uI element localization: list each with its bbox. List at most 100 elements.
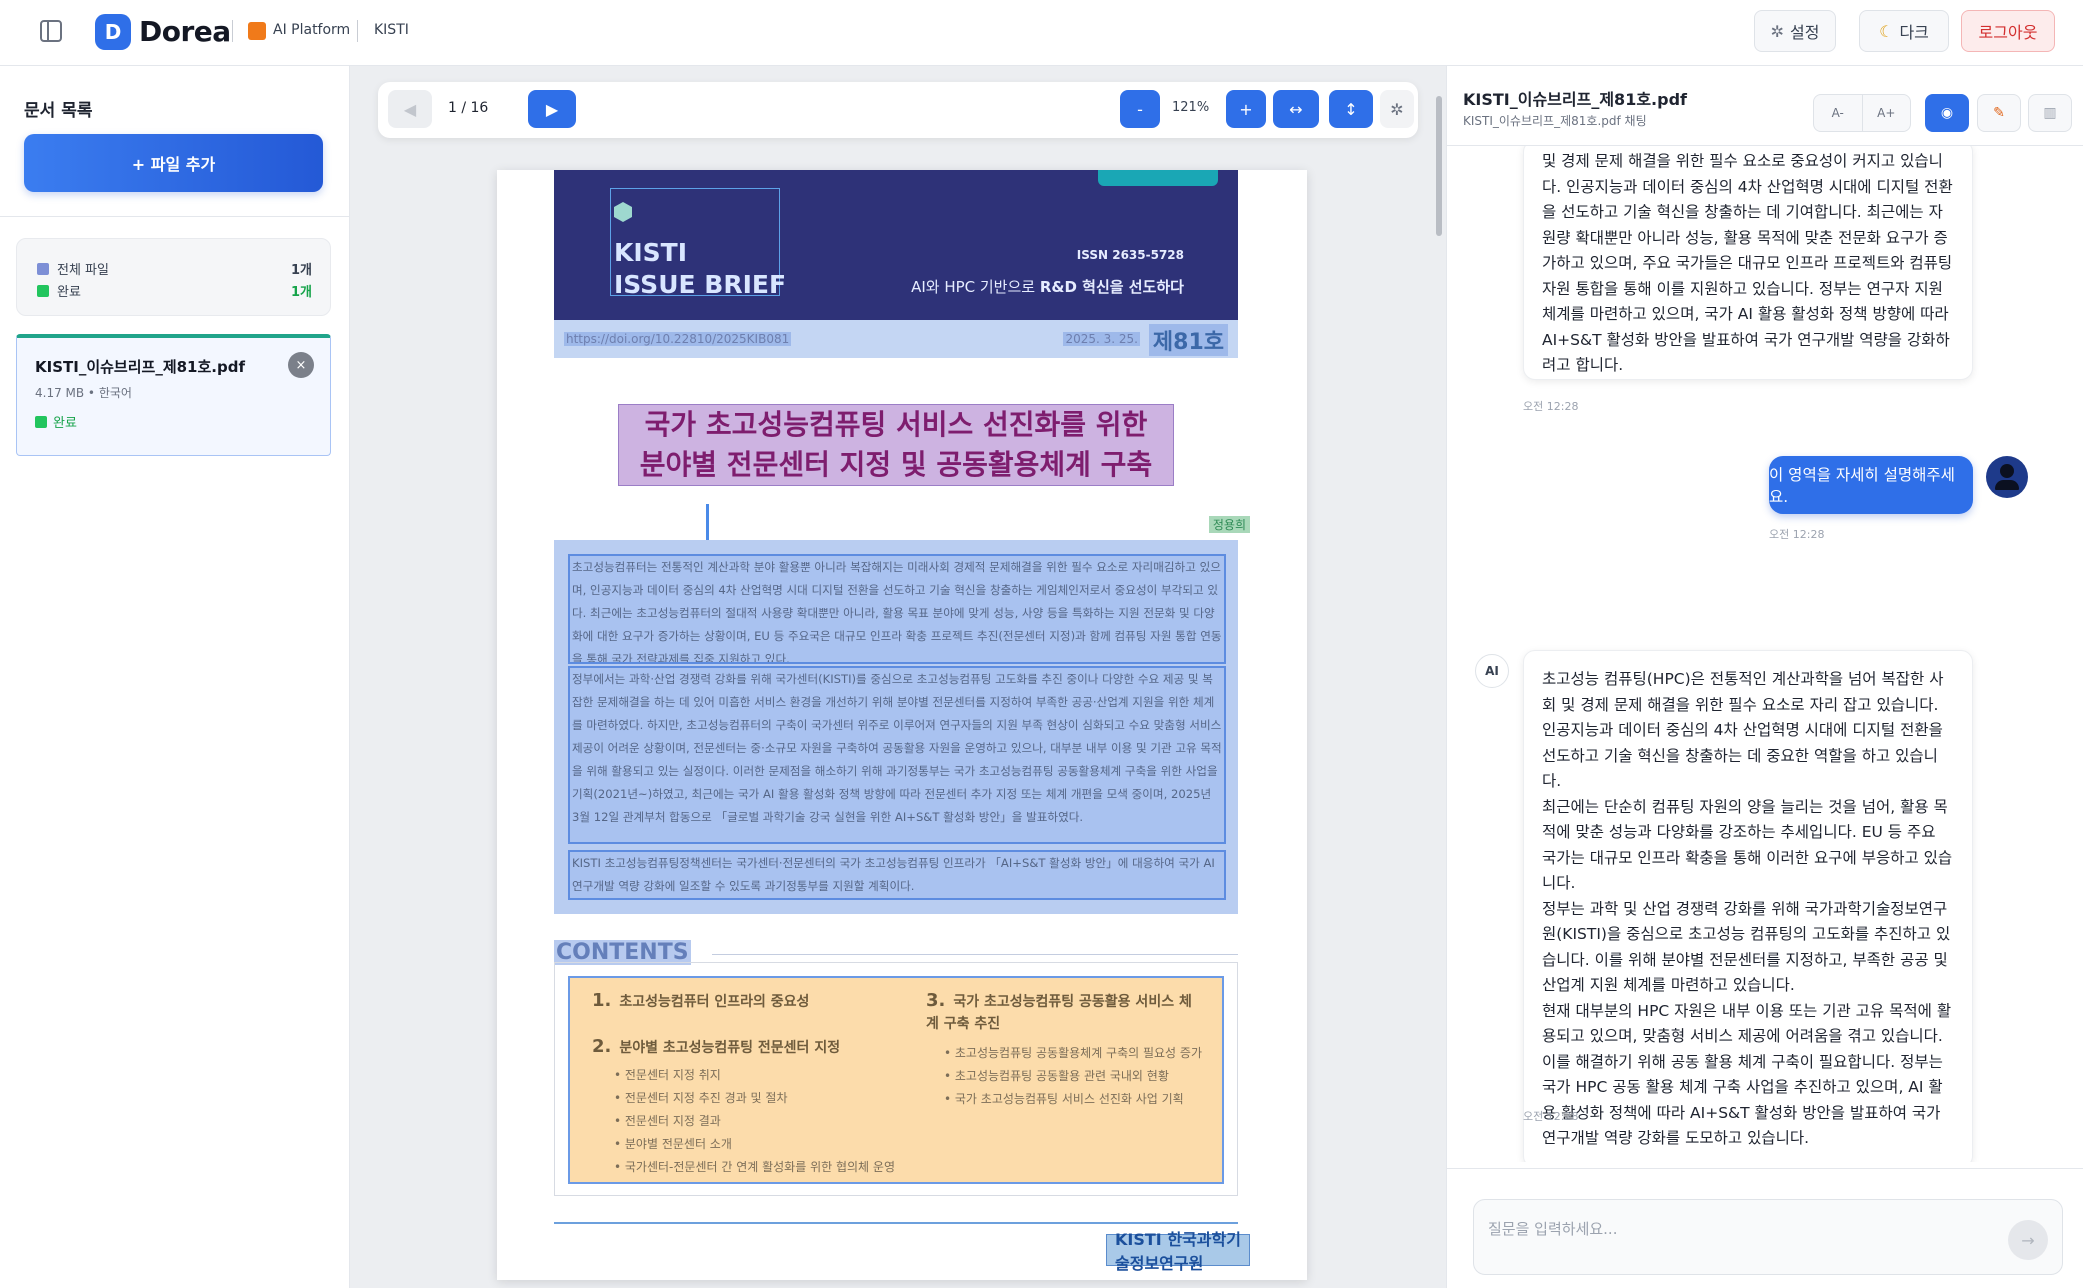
stat-total-files: 전체 파일 1개 [37,259,312,278]
toc-item: 1. 초고성능컴퓨터 인프라의 중요성 [592,990,810,1011]
toc-subitem: • 전문센터 지정 취지 [614,1068,721,1082]
toc-item: 3. 국가 초고성능컴퓨팅 공동활용 서비스 체계 구축 추진 [926,990,1192,1032]
toc-subitem: • 전문센터 지정 추진 경과 및 절차 [614,1091,788,1105]
file-meta: 4.17 MB • 한국어 [35,386,132,400]
chat-input[interactable] [1488,1218,1988,1258]
settings-label: 설정 [1789,23,1820,42]
brief-banner: KISTI ISSUE BRIEF ISSN 2635-5728 AI와 HPC… [554,170,1238,320]
issn: ISSN 2635-5728 [1076,248,1184,262]
divider [712,954,1238,955]
issue-number: 제81호 [1148,324,1228,356]
brand-line1: KISTI [614,238,688,267]
top-bar: D Dorea AI Platform KISTI ✲ 설정 ☾ 다크 로그아웃 [0,0,2083,66]
logo-badge: D [95,14,131,50]
abstract-paragraph[interactable]: 초고성능컴퓨터는 전통적인 계산과학 분야 활용뿐 아니라 복잡해지는 미래사회… [568,554,1226,664]
next-page-button[interactable]: ▶ [528,90,576,128]
user-message: 이 영역을 자세히 설명해주세요. [1769,456,1973,514]
chat-header: KISTI_이슈브리프_제81호.pdf KISTI_이슈브리프_제81호.pd… [1447,66,2083,146]
toc-subitem: • 초고성능컴퓨팅 공동활용체계 구축의 필요성 증가 [944,1046,1202,1060]
font-decrease-button[interactable]: A- [1814,95,1862,131]
org-label: KISTI [374,22,409,38]
chat-panel: KISTI_이슈브리프_제81호.pdf KISTI_이슈브리프_제81호.pd… [1446,66,2083,1288]
banner-subtitle-emphasis: R&D 혁신을 선도하다 [1039,278,1184,296]
font-increase-button[interactable]: A+ [1861,95,1911,131]
banner-subtitle: AI와 HPC 기반으로 R&D 혁신을 선도하다 [911,276,1184,297]
abstract-paragraph[interactable]: 정부에서는 과학·산업 경쟁력 강화를 위해 국가센터(KISTI)를 중심으로… [568,666,1226,844]
file-item[interactable]: KISTI_이슈브리프_제81호.pdf 4.17 MB • 한국어 완료 × [16,334,331,456]
delete-button[interactable]: ▥ [2028,94,2072,132]
document-sidebar: 문서 목록 + 파일 추가 전체 파일 1개 완료 1개 KISTI_이슈브리프… [0,66,350,1288]
message-list: 및 경제 문제 해결을 위한 필수 요소로 중요성이 커지고 있습니다. 인공지… [1447,146,2083,1162]
toc-subitem: • 국가 초고성능컴퓨팅 서비스 선진화 사업 기획 [944,1092,1184,1106]
sidebar-toggle-icon[interactable] [40,20,62,42]
chat-subtitle: KISTI_이슈브리프_제81호.pdf 채팅 [1463,114,1647,128]
user-avatar [1986,456,2028,498]
message-timestamp: 오전 12:28 [1769,528,1825,541]
settings-button[interactable]: ✲ 설정 [1754,10,1836,52]
view-toggle-button[interactable]: ◉ [1925,94,1969,132]
kisti-logo: KISTI 한국과학기술정보연구원 [1106,1230,1250,1273]
stat-value: 1개 [290,263,312,278]
pdf-page: KISTI ISSUE BRIEF ISSN 2635-5728 AI와 HPC… [497,170,1307,1280]
pencil-icon: ✎ [1993,105,2005,121]
add-file-button[interactable]: + 파일 추가 [24,134,323,192]
fit-height-button[interactable]: ↕ [1329,90,1373,128]
file-name: KISTI_이슈브리프_제81호.pdf [35,358,245,376]
ai-paragraph: 초고성능 컴퓨팅(HPC)은 전통적인 계산과학을 넘어 복잡한 사회 및 경제… [1542,670,1944,790]
file-stats-card: 전체 파일 1개 완료 1개 [16,238,331,316]
document-title: 국가 초고성능컴퓨팅 서비스 선진화를 위한 분야별 전문센터 지정 및 공동활… [618,404,1174,486]
doi-band: https://doi.org/10.22810/2025KIB081 2025… [554,320,1238,358]
chat-input-area: → [1447,1168,2083,1288]
divider [232,20,233,42]
file-status: 완료 [35,412,77,431]
viewer-toolbar: ◀ 1 / 16 ▶ - 121% + ↔ ↕ ✲ [378,82,1418,138]
divider [357,20,358,42]
stat-completed: 완료 1개 [37,281,312,300]
message-timestamp: 오전 12:28 [1523,1110,1579,1123]
platform-label: AI Platform [273,22,351,38]
toc-subitem: • 전문센터 지정 결과 [614,1114,721,1128]
trash-icon: ▥ [2043,105,2057,121]
toc-subitem: • 분야별 전문센터 소개 [614,1137,732,1151]
fit-width-button[interactable]: ↔ [1273,90,1319,128]
pdf-viewer: ◀ 1 / 16 ▶ - 121% + ↔ ↕ ✲ KISTI ISSUE BR… [350,66,1446,1288]
abstract-paragraph[interactable]: KISTI 초고성능컴퓨팅정책센터는 국가센터·전문센터의 국가 초고성능컴퓨팅… [568,850,1226,900]
author-tag: 정용희 [1208,516,1250,533]
banner-subtitle-prefix: AI와 HPC 기반으로 [911,278,1040,296]
send-button[interactable]: → [2008,1220,2048,1260]
page-indicator: 1 / 16 [448,100,489,116]
ai-message: 및 경제 문제 해결을 위한 필수 요소로 중요성이 커지고 있습니다. 인공지… [1523,146,1973,380]
zoom-in-button[interactable]: + [1226,90,1266,128]
banner-accent [1098,170,1218,186]
table-of-contents: 1. 초고성능컴퓨터 인프라의 중요성 2. 분야별 초고성능컴퓨팅 전문센터 지정… [568,976,1224,1184]
gear-icon: ✲ [1770,21,1784,41]
viewer-settings-icon[interactable]: ✲ [1380,90,1414,128]
zoom-level: 121% [1172,100,1210,115]
ai-paragraph: 정부는 과학 및 산업 경쟁력 강화를 위해 국가과학기술정보연구원(KISTI… [1542,899,1951,995]
title-line: 분야별 전문센터 지정 및 공동활용체계 구축 [639,448,1153,481]
prev-page-button[interactable]: ◀ [388,90,432,128]
scrollbar[interactable] [1436,96,1442,236]
zoom-out-button[interactable]: - [1120,90,1160,128]
dark-mode-button[interactable]: ☾ 다크 [1859,10,1949,52]
divider [0,216,350,217]
toc-item: 2. 분야별 초고성능컴퓨팅 전문센터 지정 [592,1036,841,1057]
stat-label: 완료 [57,285,81,300]
ai-paragraph: 최근에는 단순히 컴퓨팅 자원의 양을 늘리는 것을 넘어, 활용 목적에 맞춘… [1542,797,1953,893]
document-list-title: 문서 목록 [24,101,93,121]
check-icon [35,415,47,428]
chat-input-box: → [1473,1199,2063,1275]
logout-button[interactable]: 로그아웃 [1961,10,2055,52]
dark-mode-label: 다크 [1899,23,1929,42]
toc-subitem: • 초고성능컴퓨팅 공동활용 관련 국내외 현황 [944,1069,1169,1083]
doi-link[interactable]: https://doi.org/10.22810/2025KIB081 [564,332,792,346]
check-icon [37,284,49,297]
close-icon[interactable]: × [288,352,314,378]
ai-avatar: AI [1475,654,1509,688]
moon-icon: ☾ [1879,21,1894,41]
edit-button[interactable]: ✎ [1977,94,2021,132]
chat-title: KISTI_이슈브리프_제81호.pdf [1463,90,1687,109]
ai-paragraph: 현재 대부분의 HPC 자원은 내부 이용 또는 기관 고유 목적에 활용되고 … [1542,1001,1952,1148]
file-status-label: 완료 [53,416,77,431]
app-name: Dorea [139,15,231,48]
